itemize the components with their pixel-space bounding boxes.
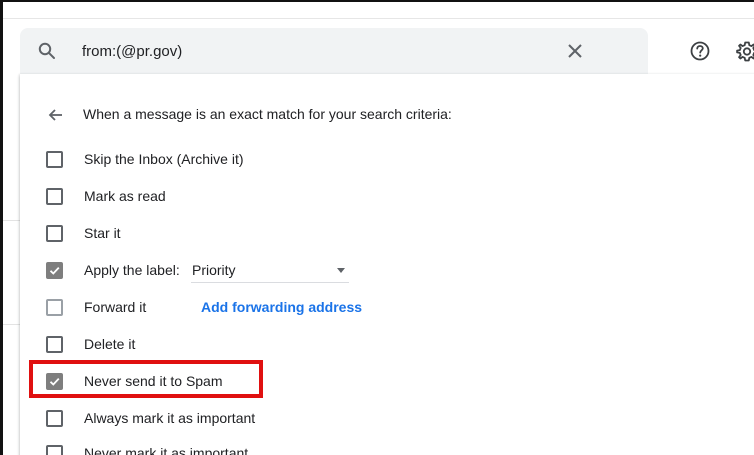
label-select-dropdown[interactable]: Priority <box>191 258 349 283</box>
always-important-checkbox[interactable] <box>46 410 63 427</box>
search-bar[interactable] <box>20 28 648 74</box>
filter-option-forward[interactable]: Forward it Add forwarding address <box>46 295 686 319</box>
option-label: Never mark it as important <box>84 445 249 455</box>
search-input[interactable] <box>82 40 542 62</box>
skip-inbox-checkbox[interactable] <box>46 151 63 168</box>
selected-label-value: Priority <box>192 262 236 278</box>
help-circle-icon[interactable] <box>689 40 711 62</box>
gmail-window: When a message is an exact match for you… <box>0 0 754 455</box>
option-label: Star it <box>84 225 121 241</box>
option-label: Apply the label: <box>84 262 180 278</box>
filter-option-delete[interactable]: Delete it <box>46 332 686 356</box>
highlight-annotation-box <box>29 360 263 398</box>
header-divider <box>3 18 754 19</box>
delete-it-checkbox[interactable] <box>46 336 63 353</box>
mark-read-checkbox[interactable] <box>46 188 63 205</box>
filter-option-mark-read[interactable]: Mark as read <box>46 184 686 208</box>
filter-criteria-heading: When a message is an exact match for you… <box>83 106 452 122</box>
option-label: Skip the Inbox (Archive it) <box>84 151 244 167</box>
close-icon[interactable] <box>564 40 586 62</box>
filter-option-never-important[interactable]: Never mark it as important <box>46 441 686 455</box>
apply-label-checkbox[interactable] <box>46 262 63 279</box>
never-important-checkbox[interactable] <box>46 445 63 455</box>
add-forwarding-address-link[interactable]: Add forwarding address <box>201 299 362 315</box>
star-it-checkbox[interactable] <box>46 225 63 242</box>
gear-icon[interactable] <box>735 40 754 64</box>
option-label: Forward it <box>84 299 147 315</box>
dropdown-arrow-icon <box>337 268 345 273</box>
arrow-left-icon[interactable] <box>46 105 66 125</box>
filter-option-apply-label[interactable]: Apply the label: Priority <box>46 258 686 283</box>
forward-it-checkbox[interactable] <box>46 299 63 316</box>
search-icon[interactable] <box>38 42 56 60</box>
filter-option-star[interactable]: Star it <box>46 221 686 245</box>
option-label: Always mark it as important <box>84 410 256 426</box>
option-label: Delete it <box>84 336 136 352</box>
option-label: Mark as read <box>84 188 166 204</box>
filter-option-skip-inbox[interactable]: Skip the Inbox (Archive it) <box>46 147 686 171</box>
filter-option-always-important[interactable]: Always mark it as important <box>46 406 686 430</box>
